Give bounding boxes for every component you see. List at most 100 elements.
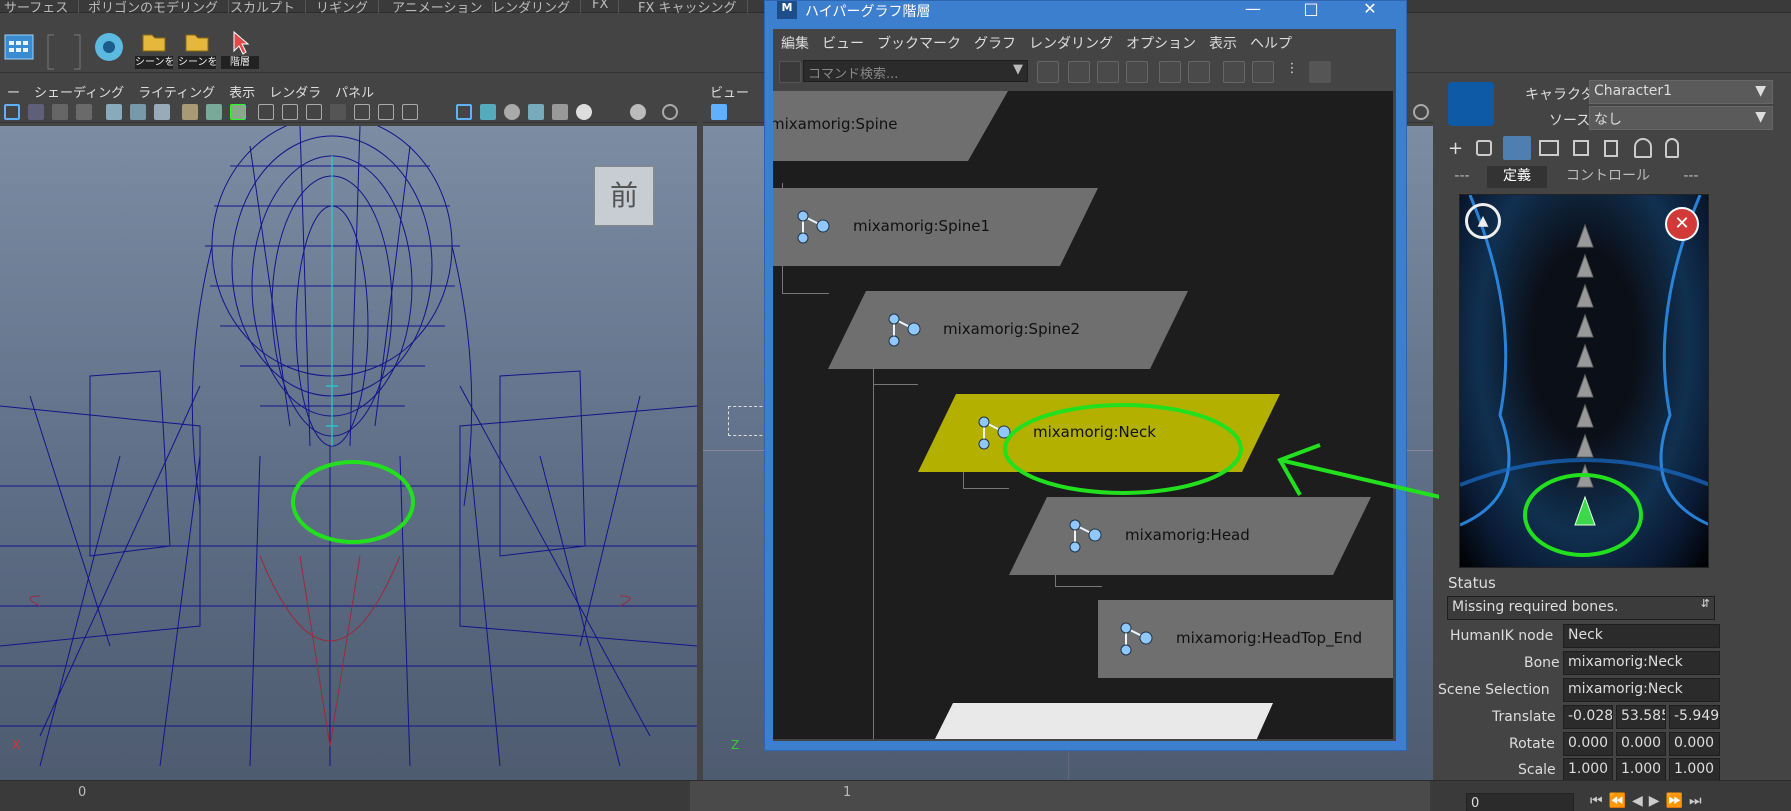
text-icon[interactable] xyxy=(402,104,418,120)
shelf-tab[interactable]: サーフェス xyxy=(0,0,80,16)
shaded-icon[interactable] xyxy=(480,104,496,120)
time-slider[interactable]: 0 1 0 ⏮⏪◀▶⏩⏭ xyxy=(0,780,1791,811)
shelf-tab[interactable]: ポリゴンのモデリング xyxy=(78,0,230,16)
field-chart-icon[interactable] xyxy=(206,104,222,120)
layout-icon[interactable] xyxy=(1309,61,1331,83)
xray-icon[interactable] xyxy=(378,104,394,120)
tab-blank[interactable]: --- xyxy=(1671,166,1711,188)
rotate-x-field[interactable]: 0.000 xyxy=(1563,732,1613,756)
wire-shaded-icon[interactable] xyxy=(456,104,472,120)
humanik-node-field[interactable]: Neck xyxy=(1563,624,1720,648)
menu-item[interactable]: レンダラ xyxy=(262,79,328,101)
scale-z-field[interactable]: 1.000 xyxy=(1669,758,1720,782)
menu-item[interactable]: パネル xyxy=(328,79,381,101)
sphere-icon[interactable] xyxy=(630,104,646,120)
figure-icon[interactable] xyxy=(1665,138,1679,158)
camera-icon[interactable] xyxy=(106,104,122,120)
spinner-icon[interactable]: ⇵ xyxy=(1701,597,1710,610)
edit-bookmark-icon[interactable] xyxy=(1252,61,1274,83)
text-icon[interactable] xyxy=(711,104,727,120)
close-icon[interactable]: ✕ xyxy=(1352,0,1388,18)
current-frame-field[interactable]: 0 xyxy=(1466,793,1574,811)
hypergraph-window[interactable]: M ハイパーグラフ階層 — □ ✕ 編集 ビュー ブックマーク グラフ レンダリング オプ… xyxy=(764,0,1407,751)
command-search-input[interactable]: コマンド検索... ▼ xyxy=(803,60,1028,82)
hierarchy-node[interactable]: mixamorig:HeadTop_End xyxy=(1098,600,1393,678)
translate-z-field[interactable]: -5.949 xyxy=(1669,705,1720,729)
minimize-icon[interactable]: — xyxy=(1235,0,1271,18)
textured-icon[interactable] xyxy=(528,104,544,120)
source-select[interactable]: なし ▼ xyxy=(1589,106,1773,130)
hypergraph-canvas[interactable]: mixamorig:Spine mixamorig:Spine1 mixamor… xyxy=(773,91,1393,739)
command-icon[interactable] xyxy=(779,61,801,83)
menu-item[interactable]: ヘルプ xyxy=(1242,29,1297,53)
save-scene-button[interactable]: シーンを xyxy=(178,29,216,69)
isolate-icon[interactable] xyxy=(354,104,370,120)
scale-y-field[interactable]: 1.000 xyxy=(1616,758,1666,782)
menu-item[interactable]: 表示 xyxy=(222,79,262,101)
shelf-tab[interactable]: FX キャッシング xyxy=(628,0,748,16)
film-gate-icon[interactable] xyxy=(130,104,146,120)
tab-blank[interactable]: --- xyxy=(1442,166,1482,188)
resolution-gate-icon[interactable] xyxy=(154,104,170,120)
menu-item[interactable]: 編集 xyxy=(773,29,814,53)
select-camera-icon[interactable] xyxy=(4,104,20,120)
menu-item[interactable]: 表示 xyxy=(1201,29,1242,53)
skeleton-icon[interactable] xyxy=(1503,136,1531,160)
hierarchy-node[interactable]: mixamorig:Spine1 xyxy=(773,188,1098,266)
menu-item[interactable]: ビュー xyxy=(814,29,869,53)
folder-icon[interactable] xyxy=(1539,140,1559,156)
tab-controls[interactable]: コントロール xyxy=(1553,166,1663,188)
menu-item[interactable]: ビュー xyxy=(703,79,756,101)
shelf-tab[interactable]: スカルプト xyxy=(220,0,307,16)
menu-item[interactable]: レンダリング xyxy=(1021,29,1118,53)
time-range-bar[interactable] xyxy=(690,781,1430,811)
menu-item[interactable]: グラフ xyxy=(966,29,1021,53)
lighting-icon[interactable] xyxy=(504,104,520,120)
hierarchy-node-partial[interactable] xyxy=(933,703,1273,739)
lock-icon[interactable] xyxy=(1476,140,1492,156)
open-scene-button[interactable]: シーンを xyxy=(135,29,173,69)
scale-x-field[interactable]: 1.000 xyxy=(1563,758,1613,782)
shelf-button[interactable] xyxy=(92,29,130,69)
bookmark-icon[interactable] xyxy=(52,104,68,120)
menu-item[interactable]: ブックマーク xyxy=(869,29,966,53)
hierarchy-node[interactable]: mixamorig:Spine xyxy=(773,91,1008,161)
refresh-icon[interactable] xyxy=(662,104,678,120)
shelf-tab[interactable]: FX xyxy=(582,0,620,13)
maximize-icon[interactable]: □ xyxy=(1293,0,1329,18)
frame-all-icon[interactable] xyxy=(1037,61,1059,83)
save-icon[interactable] xyxy=(1573,140,1589,156)
tpose-icon[interactable] xyxy=(1634,138,1652,158)
scene-selection-field[interactable]: mixamorig:Neck xyxy=(1563,678,1720,702)
checker-icon[interactable] xyxy=(552,104,568,120)
view-cube[interactable]: 前 xyxy=(594,166,654,226)
camera-attr-icon[interactable] xyxy=(28,104,44,120)
grid-icon[interactable] xyxy=(258,104,274,120)
translate-y-field[interactable]: 53.585 xyxy=(1616,705,1666,729)
humanik-character-view[interactable]: ▲ ✕ xyxy=(1459,194,1709,568)
shelf-tab[interactable]: レンダリング xyxy=(482,0,582,16)
add-bookmark-icon[interactable] xyxy=(1223,61,1245,83)
gate-mask-icon[interactable] xyxy=(182,104,198,120)
frame-branch-icon[interactable] xyxy=(1126,61,1148,83)
add-icon[interactable]: + xyxy=(1448,138,1463,159)
shelf-tab[interactable]: リギング xyxy=(306,0,380,16)
menu-item[interactable]: ライティング xyxy=(131,79,222,101)
rotate-z-field[interactable]: 0.000 xyxy=(1669,732,1720,756)
character-select[interactable]: Character1 ▼ xyxy=(1589,80,1773,104)
wireframe-icon[interactable] xyxy=(306,104,322,120)
hierarchy-button[interactable]: 階層 xyxy=(221,29,259,69)
bone-field[interactable]: mixamorig:Neck xyxy=(1563,651,1720,675)
image-plane-icon[interactable] xyxy=(76,104,92,120)
viewport-front[interactable]: 前 X xyxy=(0,126,697,780)
shelf-tab[interactable]: アニメーション xyxy=(382,0,494,16)
hierarchy-node[interactable]: mixamorig:Spine2 xyxy=(828,291,1188,369)
menu-item[interactable]: ー xyxy=(0,79,27,101)
trash-icon[interactable] xyxy=(1604,140,1618,157)
frame-hierarchy-icon[interactable] xyxy=(1097,61,1119,83)
humanik-logo-icon[interactable] xyxy=(1448,82,1494,126)
light-bulb-icon[interactable] xyxy=(576,104,592,120)
playback-controls[interactable]: ⏮⏪◀▶⏩⏭ xyxy=(1590,793,1708,809)
window-titlebar[interactable]: M ハイパーグラフ階層 — □ ✕ xyxy=(765,0,1406,26)
translate-x-field[interactable]: -0.028 xyxy=(1563,705,1613,729)
